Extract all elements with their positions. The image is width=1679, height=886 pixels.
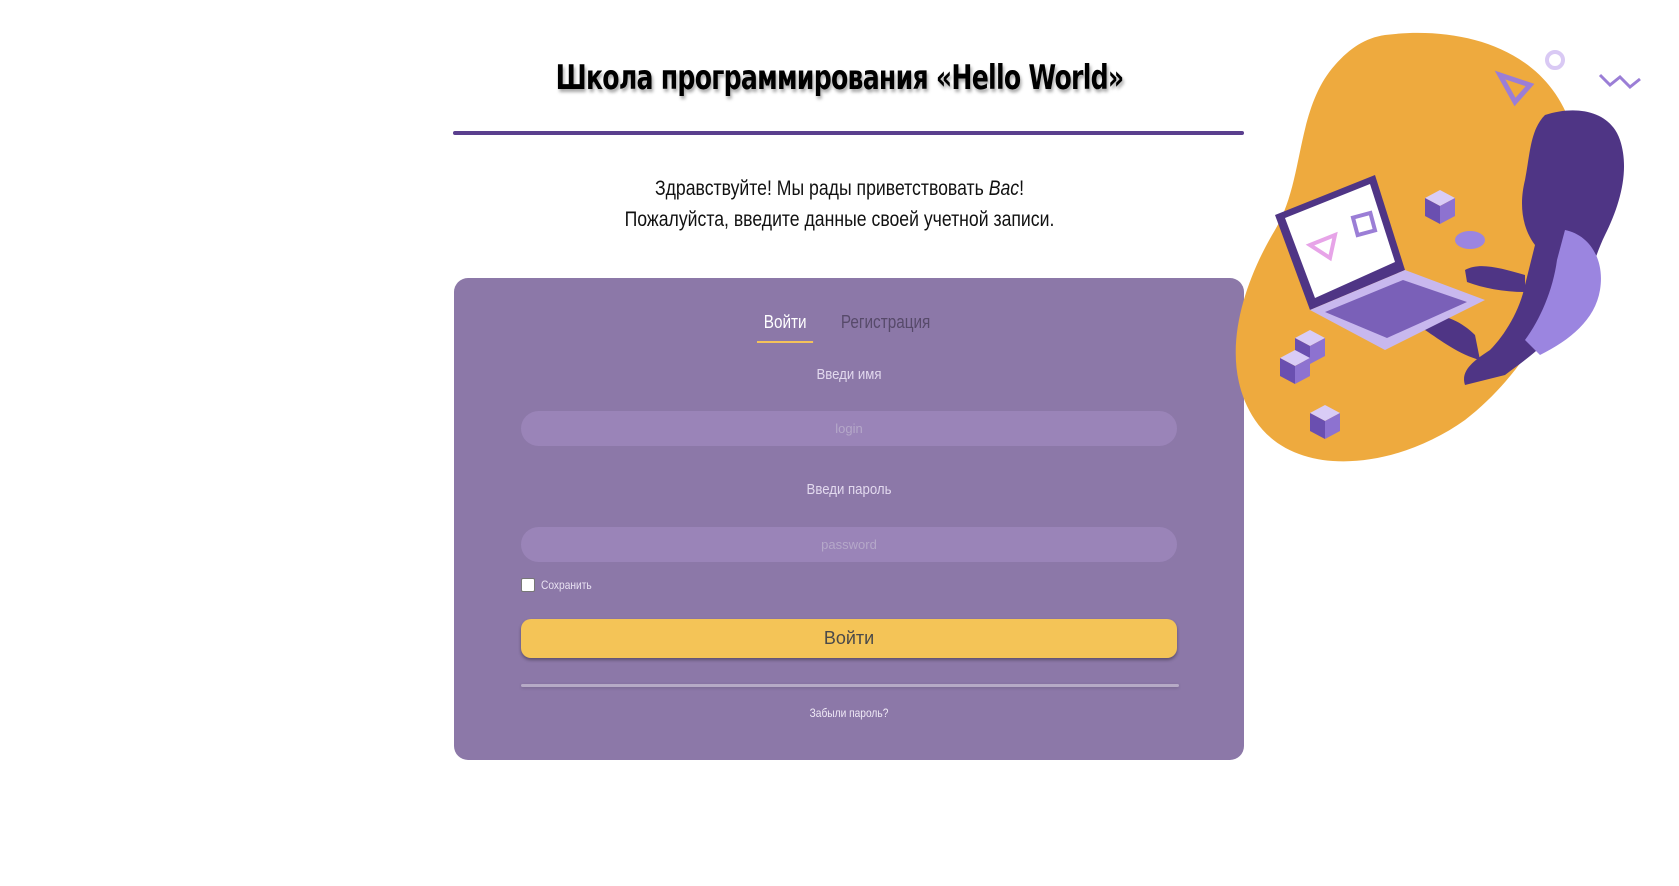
title-divider	[453, 131, 1244, 135]
mouse-icon	[1455, 231, 1485, 249]
forgot-password-link[interactable]: Забыли пароль?	[513, 706, 1185, 720]
zigzag-icon	[1598, 73, 1641, 90]
username-input[interactable]	[521, 411, 1177, 446]
login-button[interactable]: Войти	[521, 619, 1177, 658]
remember-me: Сохранить	[521, 578, 601, 592]
password-label: Введи пароль	[806, 481, 892, 498]
tab-login[interactable]: Войти	[756, 308, 814, 343]
auth-tabs: Войти Регистрация	[454, 308, 1244, 343]
password-input[interactable]	[521, 527, 1177, 562]
person-with-laptop-illustration	[1235, 32, 1641, 462]
greeting-line-1-end: !	[1019, 177, 1025, 200]
tab-register[interactable]: Регистрация	[834, 308, 937, 341]
circle-outline-icon	[1545, 50, 1565, 70]
greeting-line-1-start: Здравствуйте! Мы рады приветствовать	[654, 177, 984, 200]
username-label: Введи имя	[816, 366, 882, 383]
login-card: Войти Регистрация Введи имя Введи пароль…	[454, 278, 1244, 760]
login-page: Школа программирования «Hello World» Здр…	[0, 0, 1679, 886]
greeting-you: Вас	[988, 177, 1020, 200]
remember-label: Сохранить	[541, 578, 592, 592]
form-divider	[521, 684, 1179, 687]
remember-checkbox[interactable]	[521, 578, 535, 592]
